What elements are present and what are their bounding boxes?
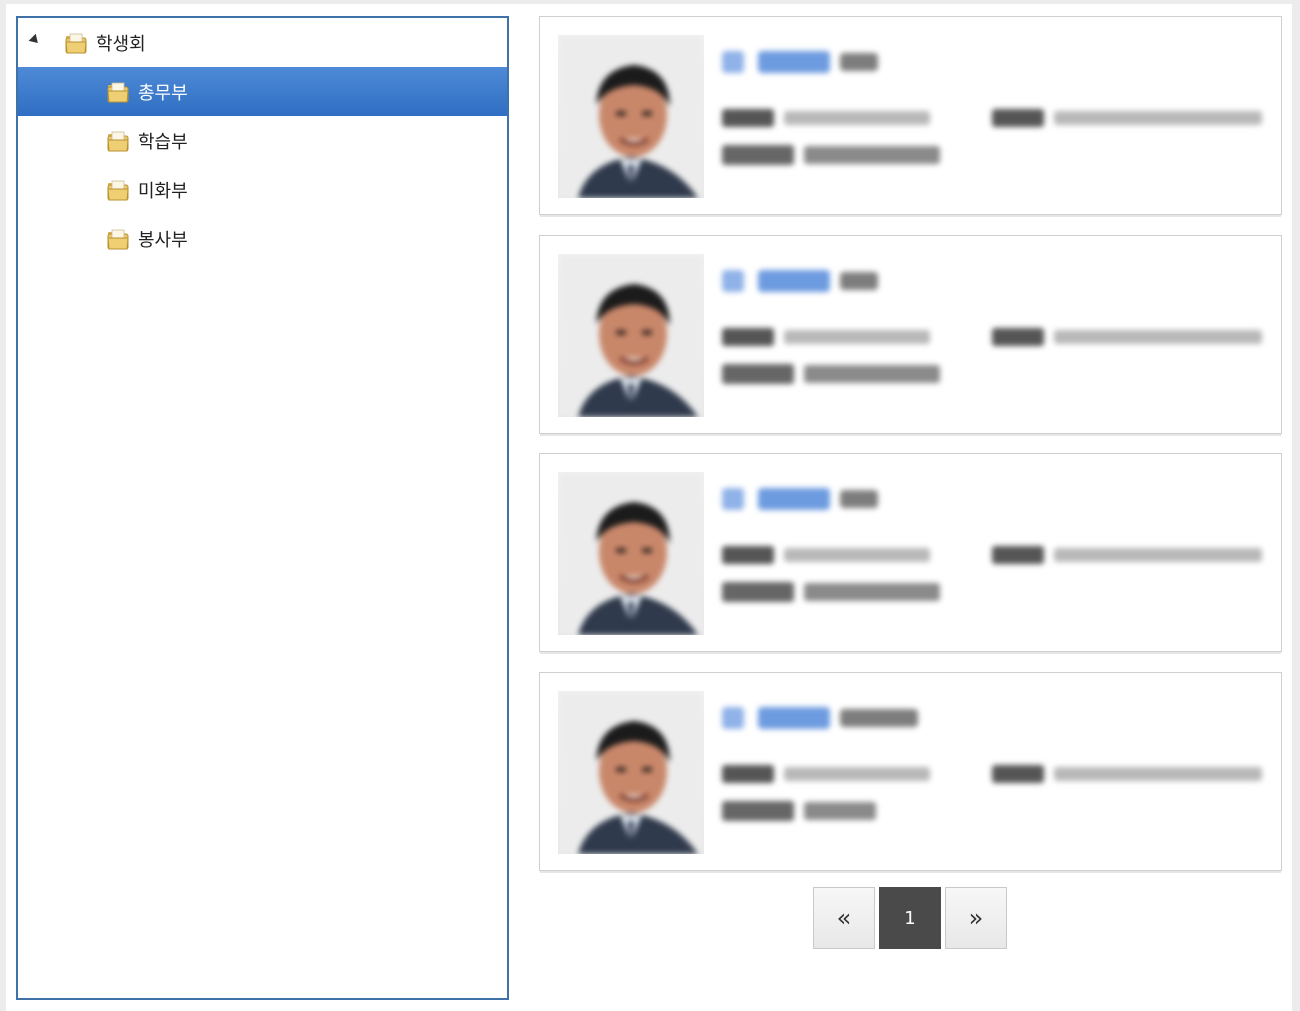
member-duty-blurred (722, 145, 940, 165)
collapse-triangle-icon[interactable] (28, 33, 42, 47)
member-email-blurred (992, 546, 1264, 564)
member-duty-blurred (722, 801, 940, 821)
org-tree-panel: 학생회 총무부 학습부 미화부 봉사부 (16, 16, 509, 1000)
member-card (539, 453, 1282, 654)
tree-root-label: 학생회 (96, 33, 146, 55)
member-photo (558, 35, 704, 198)
member-duty-blurred (722, 582, 940, 602)
folder-icon (106, 227, 130, 251)
tree-item-general-affairs[interactable]: 총무부 (18, 67, 507, 116)
member-email-blurred (992, 765, 1264, 783)
double-chevron-right-icon: » (968, 904, 984, 932)
member-name-blurred[interactable] (722, 51, 878, 73)
current-page-button[interactable]: 1 (879, 887, 941, 949)
member-card (539, 235, 1282, 436)
member-phone-blurred (722, 765, 932, 783)
tree-item-label: 학습부 (138, 131, 188, 153)
member-phone-blurred (722, 546, 932, 564)
folder-icon (64, 31, 88, 55)
member-card (539, 672, 1282, 873)
tree-item-label: 봉사부 (138, 229, 188, 251)
tree-item-volunteer[interactable]: 봉사부 (18, 214, 507, 263)
member-phone-blurred (722, 109, 932, 127)
member-card (539, 16, 1282, 217)
tree-item-label: 총무부 (138, 82, 188, 104)
tree-item-beautification[interactable]: 미화부 (18, 165, 507, 214)
folder-icon (106, 80, 130, 104)
member-name-blurred[interactable] (722, 270, 878, 292)
prev-page-button[interactable]: « (813, 887, 875, 949)
tree-item-label: 미화부 (138, 180, 188, 202)
member-photo (558, 472, 704, 635)
tree-item-study[interactable]: 학습부 (18, 116, 507, 165)
member-name-blurred[interactable] (722, 707, 918, 729)
member-email-blurred (992, 328, 1264, 346)
folder-icon (106, 178, 130, 202)
member-duty-blurred (722, 364, 940, 384)
page-number: 1 (904, 907, 916, 929)
member-photo (558, 691, 704, 854)
tree-root-student-council[interactable]: 학생회 (18, 18, 507, 67)
next-page-button[interactable]: » (945, 887, 1007, 949)
folder-icon (106, 129, 130, 153)
pagination: « 1 » (813, 887, 1007, 949)
member-photo (558, 254, 704, 417)
member-name-blurred[interactable] (722, 488, 878, 510)
member-email-blurred (992, 109, 1264, 127)
member-phone-blurred (722, 328, 932, 346)
double-chevron-left-icon: « (836, 904, 852, 932)
